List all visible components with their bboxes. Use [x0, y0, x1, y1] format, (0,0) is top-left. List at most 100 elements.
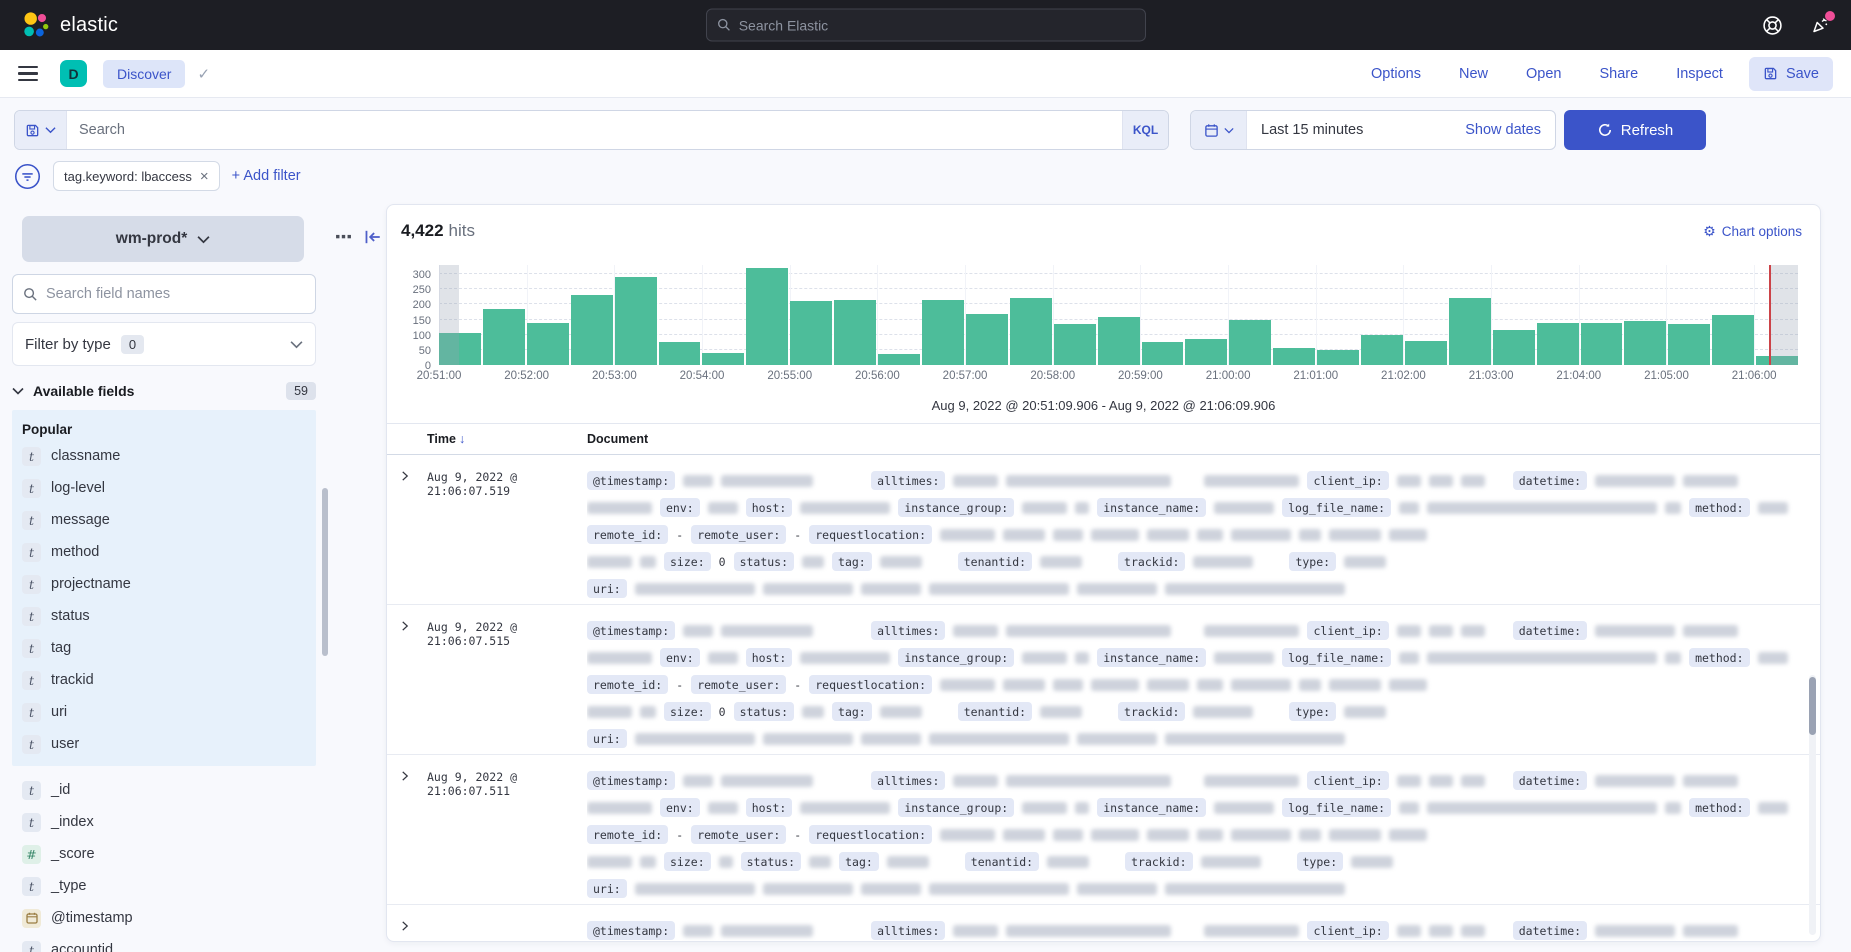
- histogram-bar[interactable]: [1581, 323, 1623, 365]
- histogram-bar[interactable]: [702, 353, 744, 365]
- document-field-line: size:0status:tag:tenantid:trackid:type:: [587, 698, 1804, 725]
- field-item-tag[interactable]: ttag: [12, 632, 316, 664]
- toolbar-link-share[interactable]: Share: [1599, 66, 1638, 82]
- histogram-bar[interactable]: [1537, 323, 1579, 365]
- redacted-value: [1429, 625, 1453, 637]
- filter-pill[interactable]: tag.keyword: lbaccess ×: [53, 161, 220, 191]
- field-item-method[interactable]: tmethod: [12, 536, 316, 568]
- histogram-bar[interactable]: [922, 300, 964, 365]
- menu-icon[interactable]: [18, 66, 38, 82]
- time-range-caption: Aug 9, 2022 @ 20:51:09.906 - Aug 9, 2022…: [387, 398, 1820, 413]
- field-item-timestamp[interactable]: @timestamp: [12, 902, 316, 934]
- histogram-bar[interactable]: [659, 342, 701, 365]
- histogram-bar[interactable]: [1668, 324, 1710, 365]
- field-item-user[interactable]: tuser: [12, 728, 316, 760]
- histogram-bar[interactable]: [878, 354, 920, 365]
- field-item-trackid[interactable]: ttrackid: [12, 664, 316, 696]
- sidebar-scrollbar[interactable]: [322, 488, 328, 656]
- field-item-accountid[interactable]: taccountid: [12, 934, 316, 952]
- filter-pill-label: tag.keyword: lbaccess: [64, 169, 192, 184]
- document-column-header: Document: [587, 432, 1804, 446]
- saved-query-menu-button[interactable]: [15, 111, 67, 149]
- time-range-value[interactable]: Last 15 minutes: [1247, 122, 1465, 138]
- histogram-bar[interactable]: [966, 314, 1008, 366]
- breadcrumb[interactable]: Discover: [103, 60, 185, 88]
- redacted-value: [929, 583, 1069, 595]
- add-filter-button[interactable]: + Add filter: [232, 168, 301, 184]
- histogram-bar[interactable]: [1229, 320, 1271, 365]
- expand-document-icon[interactable]: [399, 917, 427, 942]
- histogram-chart[interactable]: 050100150200250300: [439, 265, 1798, 365]
- global-search-input[interactable]: [739, 17, 1135, 33]
- query-search-input[interactable]: [67, 111, 1122, 149]
- table-scrollbar-thumb[interactable]: [1809, 677, 1816, 735]
- field-key-badge: instance_group:: [898, 498, 1014, 517]
- time-column-header[interactable]: Time↓: [427, 432, 587, 446]
- date-picker-menu-button[interactable]: [1191, 111, 1247, 149]
- toolbar-link-options[interactable]: Options: [1371, 66, 1421, 82]
- refresh-button[interactable]: Refresh: [1564, 110, 1706, 150]
- news-feed-icon[interactable]: [1809, 14, 1831, 36]
- sort-descending-icon[interactable]: ↓: [459, 432, 465, 446]
- index-pattern-switcher[interactable]: wm-prod*: [22, 216, 304, 262]
- histogram-bar[interactable]: [571, 295, 613, 365]
- field-item-classname[interactable]: tclassname: [12, 440, 316, 472]
- histogram-bar[interactable]: [1449, 298, 1491, 365]
- expand-document-icon[interactable]: [399, 467, 427, 604]
- field-item-type[interactable]: t_type: [12, 870, 316, 902]
- histogram-bar[interactable]: [1098, 317, 1140, 365]
- field-item-log-level[interactable]: tlog-level: [12, 472, 316, 504]
- toolbar-link-inspect[interactable]: Inspect: [1676, 66, 1723, 82]
- field-item-projectname[interactable]: tprojectname: [12, 568, 316, 600]
- save-button[interactable]: Save: [1749, 57, 1833, 91]
- histogram-bar[interactable]: [527, 323, 569, 365]
- toolbar-link-open[interactable]: Open: [1526, 66, 1561, 82]
- available-fields-toggle[interactable]: Available fields 59: [12, 378, 316, 404]
- expand-document-icon[interactable]: [399, 617, 427, 754]
- help-icon[interactable]: [1761, 14, 1783, 36]
- global-search-box[interactable]: [706, 9, 1146, 42]
- field-search-box[interactable]: [12, 274, 316, 314]
- query-language-button[interactable]: KQL: [1122, 111, 1168, 149]
- histogram-bar[interactable]: [483, 309, 525, 365]
- boxes-horizontal-icon[interactable]: [335, 228, 352, 245]
- histogram-bar[interactable]: [615, 277, 657, 365]
- histogram-bar[interactable]: [1142, 342, 1184, 365]
- available-fields-count: 59: [286, 382, 316, 400]
- histogram-bar[interactable]: [746, 268, 788, 365]
- field-search-input[interactable]: [46, 286, 305, 302]
- collapse-sidebar-icon[interactable]: [364, 228, 382, 246]
- histogram-bar[interactable]: [1054, 324, 1096, 365]
- histogram-bar[interactable]: [1010, 298, 1052, 365]
- histogram-bar[interactable]: [834, 300, 876, 365]
- field-key-badge: alltimes:: [871, 621, 945, 640]
- redacted-value: [1214, 652, 1274, 664]
- show-dates-button[interactable]: Show dates: [1465, 122, 1555, 138]
- field-item-score[interactable]: #_score: [12, 838, 316, 870]
- histogram-bar[interactable]: [1624, 321, 1666, 365]
- histogram-bar[interactable]: [1493, 330, 1535, 365]
- filter-menu-icon[interactable]: [14, 163, 41, 190]
- chart-options-button[interactable]: ⚙ Chart options: [1703, 223, 1802, 240]
- field-item-message[interactable]: tmessage: [12, 504, 316, 536]
- histogram-bar[interactable]: [1712, 315, 1754, 365]
- deployment-badge[interactable]: D: [60, 60, 87, 87]
- histogram-bar[interactable]: [1273, 348, 1315, 365]
- histogram-bar[interactable]: [1317, 350, 1359, 365]
- field-item-uri[interactable]: turi: [12, 696, 316, 728]
- redacted-value: [1040, 556, 1082, 568]
- field-item-index[interactable]: t_index: [12, 806, 316, 838]
- redacted-value: [802, 706, 824, 718]
- remove-filter-icon[interactable]: ×: [200, 168, 209, 185]
- field-item-status[interactable]: tstatus: [12, 600, 316, 632]
- expand-document-icon[interactable]: [399, 767, 427, 904]
- elastic-brand[interactable]: elastic: [20, 10, 118, 40]
- field-item-id[interactable]: t_id: [12, 774, 316, 806]
- histogram-bar[interactable]: [790, 301, 832, 365]
- histogram-bar[interactable]: [1361, 335, 1403, 365]
- toolbar-link-new[interactable]: New: [1459, 66, 1488, 82]
- filter-by-type-button[interactable]: Filter by type 0: [12, 322, 316, 366]
- redacted-value: [861, 883, 921, 895]
- histogram-bar[interactable]: [1185, 339, 1227, 365]
- histogram-bar[interactable]: [1405, 341, 1447, 365]
